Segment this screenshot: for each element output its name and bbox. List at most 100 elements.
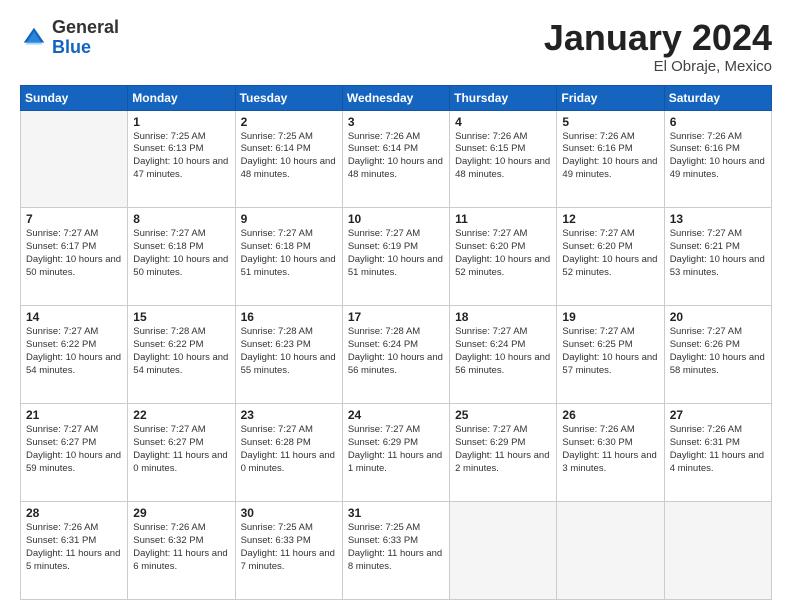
day-info: Sunrise: 7:27 AM Sunset: 6:27 PM Dayligh… — [26, 424, 122, 475]
day-number: 22 — [133, 408, 229, 422]
calendar-cell — [664, 502, 771, 600]
day-info: Sunrise: 7:26 AM Sunset: 6:15 PM Dayligh… — [455, 131, 551, 182]
calendar-cell: 7 Sunrise: 7:27 AM Sunset: 6:17 PM Daylig… — [21, 208, 128, 306]
day-info: Sunrise: 7:27 AM Sunset: 6:17 PM Dayligh… — [26, 228, 122, 279]
calendar-header-row: SundayMondayTuesdayWednesdayThursdayFrid… — [21, 85, 772, 110]
calendar-cell: 19 Sunrise: 7:27 AM Sunset: 6:25 PM Dayli… — [557, 306, 664, 404]
day-number: 29 — [133, 506, 229, 520]
calendar-cell: 31 Sunrise: 7:25 AM Sunset: 6:33 PM Dayli… — [342, 502, 449, 600]
day-info: Sunrise: 7:27 AM Sunset: 6:27 PM Dayligh… — [133, 424, 229, 475]
day-info: Sunrise: 7:26 AM Sunset: 6:16 PM Dayligh… — [562, 131, 658, 182]
day-number: 11 — [455, 212, 551, 226]
page: General Blue January 2024 El Obraje, Mex… — [0, 0, 792, 612]
day-number: 2 — [241, 115, 337, 129]
calendar-cell: 27Sunrise: 7:26 AM Sunset: 6:31 PM Dayli… — [664, 404, 771, 502]
day-info: Sunrise: 7:27 AM Sunset: 6:22 PM Dayligh… — [26, 326, 122, 377]
day-number: 24 — [348, 408, 444, 422]
day-info: Sunrise: 7:25 AM Sunset: 6:33 PM Dayligh… — [348, 522, 444, 573]
calendar-cell: 1 Sunrise: 7:25 AM Sunset: 6:13 PM Daylig… — [128, 110, 235, 208]
logo-text: General Blue — [52, 18, 119, 58]
calendar-cell: 14Sunrise: 7:27 AM Sunset: 6:22 PM Dayli… — [21, 306, 128, 404]
day-number: 23 — [241, 408, 337, 422]
day-info: Sunrise: 7:28 AM Sunset: 6:23 PM Dayligh… — [241, 326, 337, 377]
logo: General Blue — [20, 18, 119, 58]
calendar-cell: 10 Sunrise: 7:27 AM Sunset: 6:19 PM Dayli… — [342, 208, 449, 306]
day-number: 30 — [241, 506, 337, 520]
day-header-tuesday: Tuesday — [235, 85, 342, 110]
day-info: Sunrise: 7:25 AM Sunset: 6:13 PM Dayligh… — [133, 131, 229, 182]
calendar-cell — [450, 502, 557, 600]
day-info: Sunrise: 7:25 AM Sunset: 6:14 PM Dayligh… — [241, 131, 337, 182]
day-number: 26 — [562, 408, 658, 422]
calendar-cell: 26 Sunrise: 7:26 AM Sunset: 6:30 PM Dayli… — [557, 404, 664, 502]
day-info: Sunrise: 7:28 AM Sunset: 6:24 PM Dayligh… — [348, 326, 444, 377]
calendar-cell — [21, 110, 128, 208]
day-header-saturday: Saturday — [664, 85, 771, 110]
day-header-thursday: Thursday — [450, 85, 557, 110]
calendar-cell: 29 Sunrise: 7:26 AM Sunset: 6:32 PM Dayli… — [128, 502, 235, 600]
calendar-cell: 16 Sunrise: 7:28 AM Sunset: 6:23 PM Dayli… — [235, 306, 342, 404]
logo-icon — [20, 24, 48, 52]
day-number: 4 — [455, 115, 551, 129]
day-header-friday: Friday — [557, 85, 664, 110]
day-info: Sunrise: 7:27 AM Sunset: 6:26 PM Dayligh… — [670, 326, 766, 377]
day-number: 31 — [348, 506, 444, 520]
calendar-table: SundayMondayTuesdayWednesdayThursdayFrid… — [20, 85, 772, 600]
calendar-cell: 8 Sunrise: 7:27 AM Sunset: 6:18 PM Daylig… — [128, 208, 235, 306]
day-number: 28 — [26, 506, 122, 520]
day-info: Sunrise: 7:26 AM Sunset: 6:30 PM Dayligh… — [562, 424, 658, 475]
calendar-cell: 2 Sunrise: 7:25 AM Sunset: 6:14 PM Daylig… — [235, 110, 342, 208]
day-number: 25 — [455, 408, 551, 422]
day-info: Sunrise: 7:27 AM Sunset: 6:20 PM Dayligh… — [562, 228, 658, 279]
day-info: Sunrise: 7:27 AM Sunset: 6:18 PM Dayligh… — [133, 228, 229, 279]
day-header-wednesday: Wednesday — [342, 85, 449, 110]
day-number: 1 — [133, 115, 229, 129]
logo-general-text: General — [52, 17, 119, 37]
day-number: 6 — [670, 115, 766, 129]
day-info: Sunrise: 7:27 AM Sunset: 6:18 PM Dayligh… — [241, 228, 337, 279]
day-number: 7 — [26, 212, 122, 226]
calendar-cell: 6 Sunrise: 7:26 AM Sunset: 6:16 PM Daylig… — [664, 110, 771, 208]
day-number: 17 — [348, 310, 444, 324]
calendar-cell — [557, 502, 664, 600]
calendar-cell: 21Sunrise: 7:27 AM Sunset: 6:27 PM Dayli… — [21, 404, 128, 502]
calendar-cell: 3Sunrise: 7:26 AM Sunset: 6:14 PM Daylig… — [342, 110, 449, 208]
day-number: 18 — [455, 310, 551, 324]
day-info: Sunrise: 7:27 AM Sunset: 6:25 PM Dayligh… — [562, 326, 658, 377]
calendar-week-3: 14Sunrise: 7:27 AM Sunset: 6:22 PM Dayli… — [21, 306, 772, 404]
day-number: 10 — [348, 212, 444, 226]
calendar-cell: 24Sunrise: 7:27 AM Sunset: 6:29 PM Dayli… — [342, 404, 449, 502]
calendar-week-1: 1 Sunrise: 7:25 AM Sunset: 6:13 PM Daylig… — [21, 110, 772, 208]
day-number: 8 — [133, 212, 229, 226]
day-number: 16 — [241, 310, 337, 324]
day-number: 19 — [562, 310, 658, 324]
day-number: 15 — [133, 310, 229, 324]
day-header-sunday: Sunday — [21, 85, 128, 110]
title-block: January 2024 El Obraje, Mexico — [544, 18, 772, 75]
calendar-cell: 18Sunrise: 7:27 AM Sunset: 6:24 PM Dayli… — [450, 306, 557, 404]
header: General Blue January 2024 El Obraje, Mex… — [20, 18, 772, 75]
day-number: 3 — [348, 115, 444, 129]
day-info: Sunrise: 7:27 AM Sunset: 6:19 PM Dayligh… — [348, 228, 444, 279]
day-info: Sunrise: 7:26 AM Sunset: 6:16 PM Dayligh… — [670, 131, 766, 182]
calendar-cell: 20 Sunrise: 7:27 AM Sunset: 6:26 PM Dayli… — [664, 306, 771, 404]
day-number: 20 — [670, 310, 766, 324]
day-header-monday: Monday — [128, 85, 235, 110]
calendar-cell: 25 Sunrise: 7:27 AM Sunset: 6:29 PM Dayli… — [450, 404, 557, 502]
calendar-week-5: 28Sunrise: 7:26 AM Sunset: 6:31 PM Dayli… — [21, 502, 772, 600]
calendar-cell: 30Sunrise: 7:25 AM Sunset: 6:33 PM Dayli… — [235, 502, 342, 600]
day-info: Sunrise: 7:26 AM Sunset: 6:32 PM Dayligh… — [133, 522, 229, 573]
day-number: 9 — [241, 212, 337, 226]
calendar-week-2: 7 Sunrise: 7:27 AM Sunset: 6:17 PM Daylig… — [21, 208, 772, 306]
calendar-cell: 15 Sunrise: 7:28 AM Sunset: 6:22 PM Dayli… — [128, 306, 235, 404]
day-info: Sunrise: 7:28 AM Sunset: 6:22 PM Dayligh… — [133, 326, 229, 377]
calendar-week-4: 21Sunrise: 7:27 AM Sunset: 6:27 PM Dayli… — [21, 404, 772, 502]
calendar-cell: 5Sunrise: 7:26 AM Sunset: 6:16 PM Daylig… — [557, 110, 664, 208]
calendar-cell: 22 Sunrise: 7:27 AM Sunset: 6:27 PM Dayli… — [128, 404, 235, 502]
month-title: January 2024 — [544, 18, 772, 58]
calendar-cell: 28Sunrise: 7:26 AM Sunset: 6:31 PM Dayli… — [21, 502, 128, 600]
day-info: Sunrise: 7:27 AM Sunset: 6:29 PM Dayligh… — [455, 424, 551, 475]
day-info: Sunrise: 7:27 AM Sunset: 6:20 PM Dayligh… — [455, 228, 551, 279]
logo-blue-text: Blue — [52, 37, 91, 57]
location: El Obraje, Mexico — [544, 58, 772, 75]
